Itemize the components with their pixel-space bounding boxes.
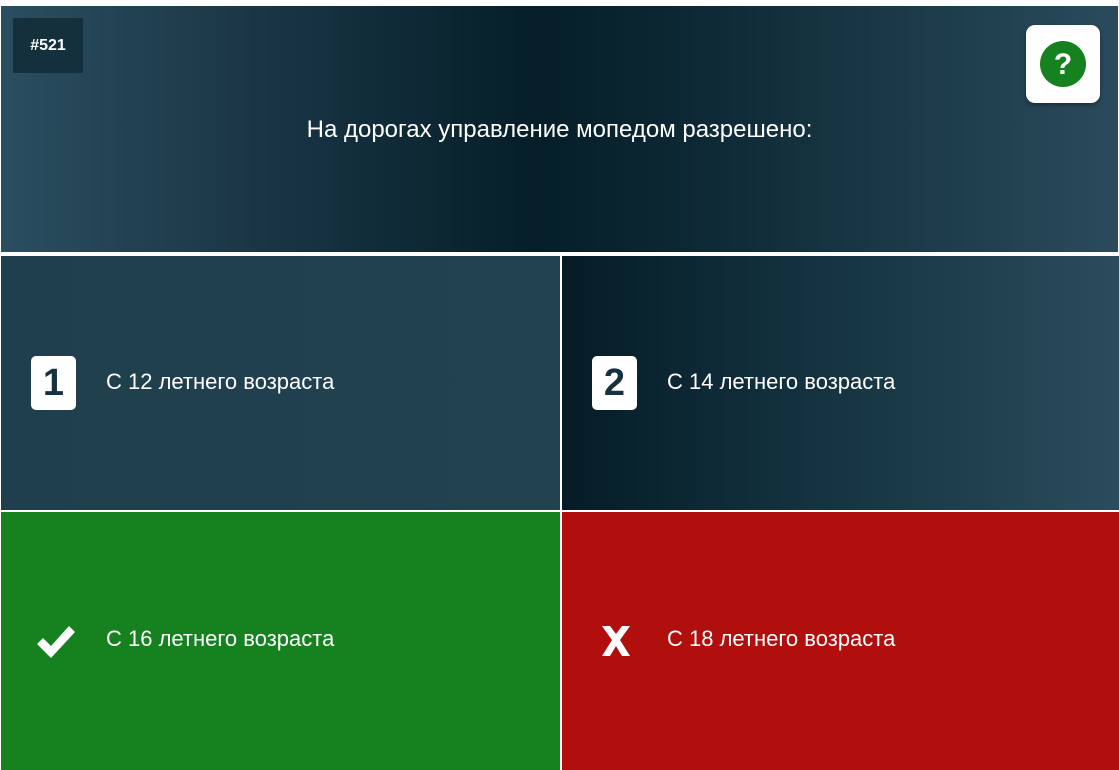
question-mark-icon: ? (1040, 41, 1086, 87)
cross-icon (602, 626, 630, 656)
answer-option-1[interactable]: 1 С 12 летнего возраста (1, 256, 560, 510)
svg-text:?: ? (1054, 48, 1072, 81)
checkmark-icon (37, 626, 75, 658)
answer-text: С 18 летнего возраста (667, 626, 896, 651)
question-panel: #521 ? На дорогах управление мопедом раз… (1, 6, 1118, 252)
answer-option-2[interactable]: 2 С 14 летнего возраста (562, 256, 1119, 510)
answer-number-badge: 2 (592, 356, 637, 410)
answer-text: С 16 летнего возраста (106, 626, 335, 651)
quiz-screen: #521 ? На дорогах управление мопедом раз… (0, 0, 1119, 770)
answer-option-3-correct[interactable]: С 16 летнего возраста (1, 512, 560, 770)
question-text: На дорогах управление мопедом разрешено: (306, 116, 813, 143)
help-button[interactable]: ? (1026, 25, 1100, 103)
answer-option-4-wrong[interactable]: С 18 летнего возраста (562, 512, 1119, 770)
answer-text: С 12 летнего возраста (106, 369, 335, 394)
question-number-badge: #521 (13, 18, 83, 73)
answer-text: С 14 летнего возраста (667, 369, 896, 394)
answer-number-badge: 1 (31, 356, 76, 410)
